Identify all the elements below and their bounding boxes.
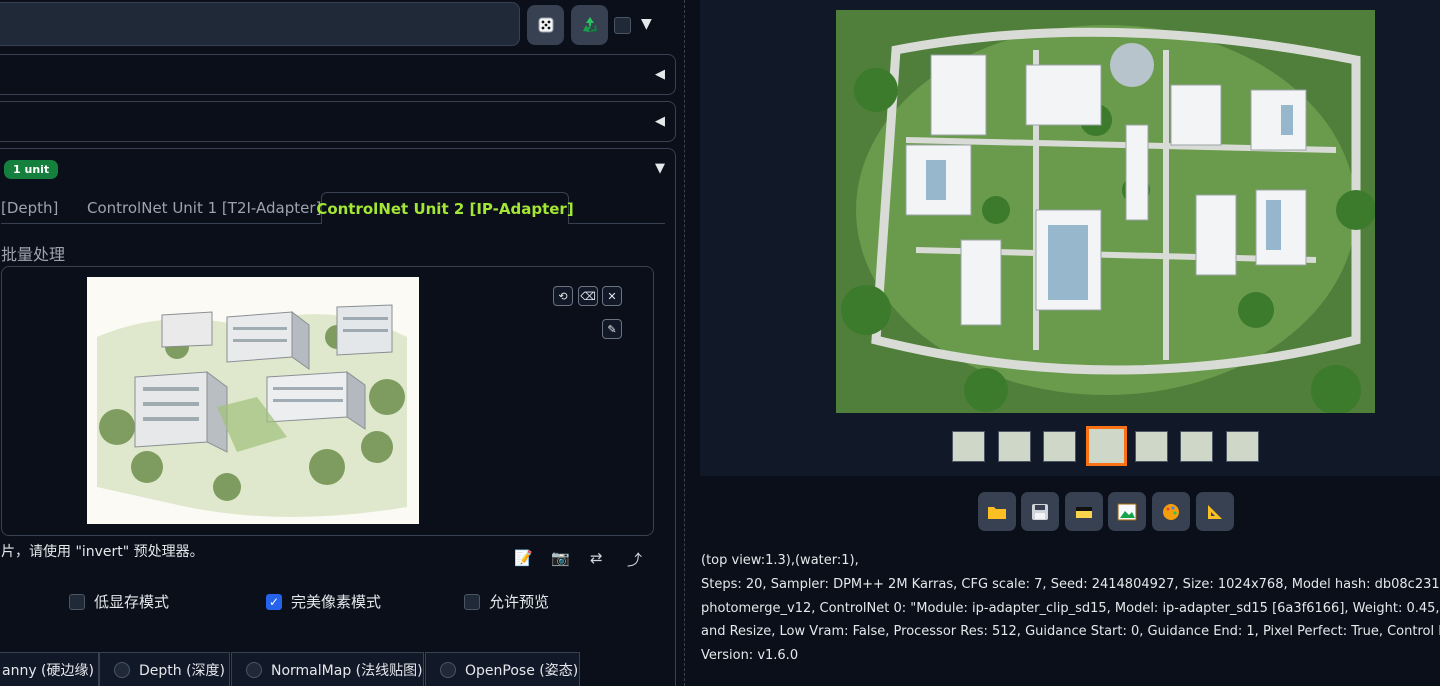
accordion-collapsed-2[interactable]: ◀	[0, 101, 676, 142]
checkbox-label: 低显存模式	[94, 593, 170, 611]
control-type-normalmap[interactable]: NormalMap (法线贴图)	[231, 652, 424, 686]
radio-label: OpenPose (姿态)	[465, 663, 579, 679]
swap-icon[interactable]: ⇄	[590, 549, 603, 567]
controlnet-accordion: 1 unit ▼ [Depth] ControlNet Unit 1 [T2I-…	[0, 148, 676, 686]
thumbnail[interactable]	[1043, 431, 1076, 462]
tab-controlnet-unit-2[interactable]: ControlNet Unit 2 [IP-Adapter]	[316, 192, 574, 224]
pixel-perfect-checkbox[interactable]: ✓ 完美像素模式	[266, 591, 381, 612]
tab-controlnet-unit-1[interactable]: ControlNet Unit 1 [T2I-Adapter]	[87, 192, 321, 224]
edit-icon[interactable]: 📝	[514, 549, 533, 567]
radio-dot[interactable]	[440, 662, 456, 678]
thumbnail[interactable]	[1180, 431, 1213, 462]
control-image[interactable]	[87, 277, 419, 524]
checkbox-label: 完美像素模式	[291, 593, 382, 611]
low-vram-checkbox[interactable]: 低显存模式	[69, 591, 169, 612]
generation-info-line: (top view:1.3),(water:1),	[701, 553, 859, 568]
thumbnail-selected[interactable]	[1086, 426, 1127, 466]
chevron-left-icon: ◀	[655, 114, 665, 129]
chevron-left-icon: ◀	[655, 67, 665, 82]
invert-hint-text: 片，请使用 "invert" 预处理器。	[1, 544, 204, 560]
recycle-icon	[582, 17, 597, 32]
triangle-ruler-icon	[1208, 504, 1222, 519]
output-panel: (top view:1.3),(water:1), Steps: 20, Sam…	[692, 0, 1440, 686]
send-to-extras-button[interactable]	[1196, 492, 1234, 531]
camera-icon[interactable]: 📷	[551, 549, 570, 567]
open-folder-button[interactable]	[978, 492, 1016, 531]
dice-icon	[538, 17, 553, 33]
send-to-inpaint-button[interactable]	[1152, 492, 1190, 531]
dropdown-arrow-icon[interactable]: ▼	[641, 16, 652, 32]
generation-info-line: Version: v1.6.0	[701, 648, 799, 663]
thumbnail[interactable]	[998, 431, 1031, 462]
eraser-icon[interactable]: ⌫	[578, 286, 598, 306]
control-type-openpose[interactable]: OpenPose (姿态)	[425, 652, 580, 686]
radio-label: NormalMap (法线贴图)	[271, 663, 423, 679]
checkbox-box[interactable]	[464, 593, 480, 610]
checkbox-box[interactable]: ✓	[266, 593, 282, 610]
aerial-campus-image	[836, 10, 1375, 413]
thumbnail[interactable]	[952, 431, 985, 462]
unit-count-badge: 1 unit	[4, 160, 59, 179]
send-to-img2img-button[interactable]	[1108, 492, 1146, 531]
radio-dot[interactable]	[246, 662, 262, 678]
chevron-down-icon[interactable]: ▼	[655, 161, 665, 176]
folder-icon	[988, 506, 1006, 519]
control-type-canny[interactable]: anny (硬边缘)	[0, 652, 99, 686]
thumbnail[interactable]	[1135, 431, 1168, 462]
allow-preview-checkbox[interactable]: 允许预览	[464, 591, 549, 612]
radio-label: anny (硬边缘)	[2, 663, 94, 679]
zip-icon	[1076, 506, 1092, 518]
radio-label: Depth (深度)	[139, 663, 226, 679]
checkbox-label: 允许预览	[489, 593, 550, 611]
rotate-icon[interactable]: ⟲	[553, 286, 573, 306]
random-seed-button[interactable]	[527, 5, 564, 45]
panel-divider	[684, 0, 685, 686]
tab-controlnet-unit-0[interactable]: [Depth]	[1, 192, 58, 224]
output-gallery	[700, 0, 1440, 476]
save-icon	[1032, 503, 1048, 520]
generation-info-line: and Resize, Low Vram: False, Processor R…	[701, 624, 1440, 639]
reuse-seed-button[interactable]	[571, 5, 608, 45]
batch-tab-label[interactable]: 批量处理	[1, 241, 65, 265]
prompt-input[interactable]	[0, 2, 520, 46]
zip-button[interactable]	[1065, 492, 1103, 531]
image-icon	[1117, 503, 1137, 520]
palette-icon	[1163, 503, 1179, 520]
generation-info-line: Steps: 20, Sampler: DPM++ 2M Karras, CFG…	[701, 577, 1440, 592]
generation-info-line: photomerge_v12, ControlNet 0: "Module: i…	[701, 601, 1440, 616]
isometric-building-image	[87, 277, 419, 524]
generated-image[interactable]	[836, 10, 1375, 413]
left-panel: ▼ ◀ ◀ 1 unit ▼ [Depth] ControlNet Unit 1…	[0, 0, 684, 686]
save-button[interactable]	[1021, 492, 1059, 531]
extra-seed-checkbox[interactable]	[614, 17, 631, 34]
brush-icon[interactable]: ✎	[602, 319, 622, 339]
radio-dot[interactable]	[114, 662, 130, 678]
thumbnail[interactable]	[1226, 431, 1259, 462]
send-dimensions-icon[interactable]: ⤴	[627, 549, 642, 570]
checkbox-box[interactable]	[69, 593, 85, 610]
close-icon[interactable]: ✕	[602, 286, 622, 306]
control-type-depth[interactable]: Depth (深度)	[99, 652, 230, 686]
accordion-collapsed-1[interactable]: ◀	[0, 54, 676, 95]
